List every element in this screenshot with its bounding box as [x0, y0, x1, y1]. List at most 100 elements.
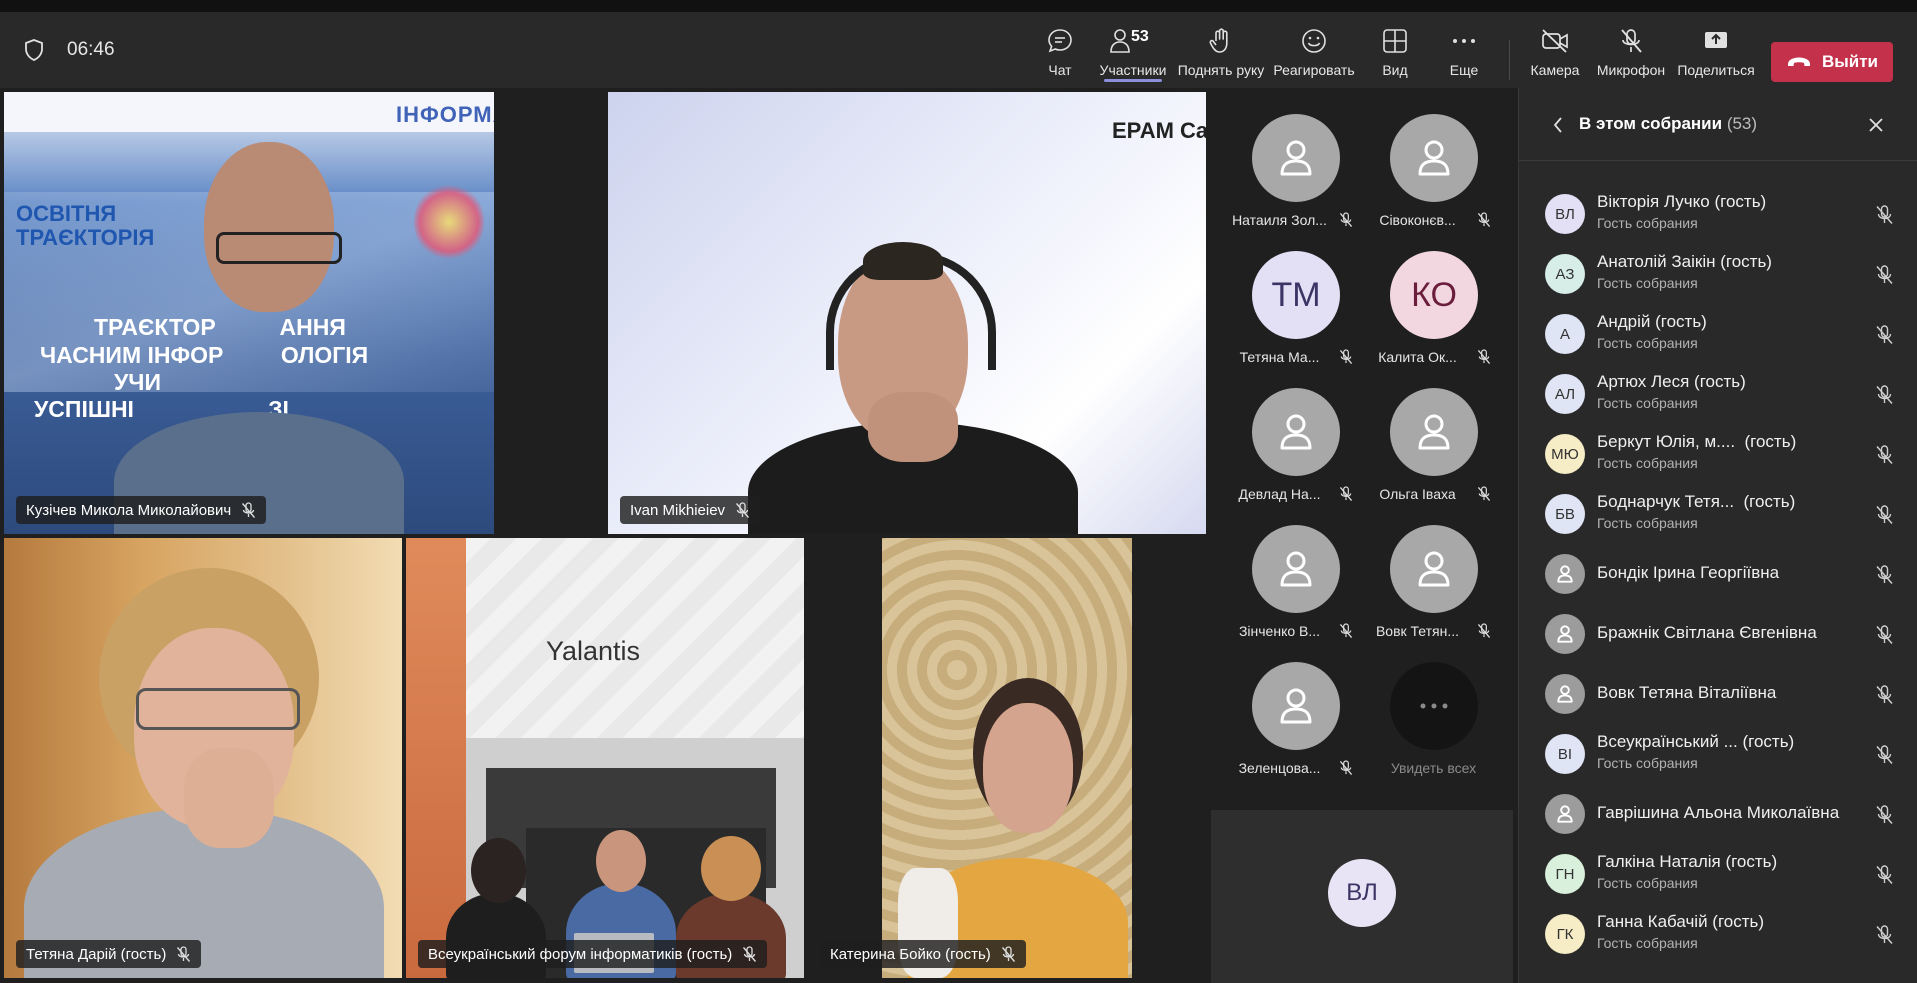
mic-off-icon: [1477, 349, 1491, 364]
avatar: ГК: [1545, 914, 1585, 954]
mic-off-icon: [1876, 205, 1893, 224]
list-item[interactable]: ГН Галкіна Наталія (гость) Гость собрани…: [1519, 844, 1917, 904]
gallery-tile[interactable]: Девлад На...: [1227, 366, 1364, 502]
list-item[interactable]: АЗ Анатолій Заікін (гость) Гость собрани…: [1519, 244, 1917, 304]
video-stage: ІНФОРМАТИ ОСВІТНЯ ТРАЄКТОРІЯ ТРАЄКТОР АН…: [0, 92, 1208, 983]
list-item[interactable]: ГК Ганна Кабачій (гость) Гость собрания: [1519, 904, 1917, 964]
participant-face: [983, 703, 1073, 833]
video-name-tag: Тетяна Дарій (гость): [16, 940, 202, 968]
hand-icon: [1209, 28, 1228, 53]
person-icon: [1280, 140, 1312, 176]
person-icon: [1557, 625, 1573, 643]
camera-button[interactable]: Камера: [1527, 18, 1583, 84]
video-name-tag: Всеукраїнський форум інформатиків (гость…: [418, 940, 768, 968]
avatar: [1390, 388, 1478, 476]
chat-button[interactable]: Чат: [1040, 18, 1080, 84]
glasses: [136, 688, 300, 730]
video-tile[interactable]: Yalantis Всеукраїнський форум інформатик…: [406, 538, 804, 978]
participants-button[interactable]: 53 Участники: [1096, 18, 1170, 84]
mic-off-icon: [1876, 445, 1893, 464]
window-top-strip: [0, 0, 1917, 12]
shield-icon[interactable]: [22, 38, 46, 62]
mic-off-icon: [1876, 865, 1893, 884]
mic-off-icon: [736, 501, 750, 518]
see-all-button[interactable]: Увидеть всех: [1365, 640, 1502, 776]
gallery-tile[interactable]: Зеленцова...: [1227, 640, 1364, 776]
self-view-tile[interactable]: ВЛ: [1211, 810, 1513, 983]
gallery-tile[interactable]: Ольга Іваха: [1365, 366, 1502, 502]
gallery-tile[interactable]: ТМ Тетяна Ма...: [1227, 229, 1364, 365]
list-item[interactable]: БВ Боднарчук Тетя... (гость) Гость собра…: [1519, 484, 1917, 544]
avatar: [1390, 662, 1478, 750]
participants-count: 53: [1131, 28, 1149, 45]
participant-gallery: Натаиля Зол... Сівоконєв... ТМ Тетяна Ма…: [1211, 92, 1513, 983]
ellipsis-icon: [1453, 39, 1475, 43]
list-item[interactable]: Гаврішина Альона Миколаївна: [1519, 784, 1917, 844]
avatar: МЮ: [1545, 434, 1585, 474]
person-icon: [1557, 685, 1573, 703]
mic-off-icon: [1339, 349, 1353, 364]
background-text: Yalantis: [546, 636, 641, 666]
video-name-tag: Кузічев Микола Миколайович: [16, 496, 267, 524]
gallery-tile[interactable]: Зінченко В...: [1227, 503, 1364, 639]
avatar: [1252, 525, 1340, 613]
mic-off-icon: [1621, 29, 1642, 53]
video-tile[interactable]: EPAM Ca Ivan Mikhieiev: [608, 92, 1206, 534]
grid-icon: [1383, 29, 1407, 53]
list-item[interactable]: Бражнік Світлана Євгенівна: [1519, 604, 1917, 664]
close-icon[interactable]: [1868, 117, 1884, 133]
list-item[interactable]: А Андрій (гость) Гость собрания: [1519, 304, 1917, 364]
avatar: [1545, 674, 1585, 714]
raise-hand-button[interactable]: Поднять руку: [1177, 18, 1265, 84]
glasses: [216, 232, 342, 264]
chevron-left-icon[interactable]: [1552, 116, 1564, 134]
view-button[interactable]: Вид: [1375, 18, 1415, 84]
avatar: [1545, 794, 1585, 834]
avatar: [1390, 114, 1478, 202]
gallery-tile[interactable]: Натаиля Зол...: [1227, 92, 1364, 228]
mic-off-icon: [1876, 505, 1893, 524]
participants-panel: В этом собрании (53) ВЛ Вікторія Лучко (…: [1518, 88, 1917, 983]
list-item[interactable]: АЛ Артюх Леся (гость) Гость собрания: [1519, 364, 1917, 424]
participant-head: [701, 836, 761, 901]
microphone-button[interactable]: Микрофон: [1596, 18, 1666, 84]
mic-off-icon: [1001, 945, 1015, 962]
banner-logo-text: ОСВІТНЯ ТРАЄКТОРІЯ: [16, 201, 155, 250]
mic-off-icon: [743, 945, 757, 962]
gallery-tile[interactable]: КО Калита Ок...: [1365, 229, 1502, 365]
mic-off-icon: [1876, 325, 1893, 344]
mic-off-icon: [1477, 623, 1491, 638]
mic-off-icon: [1876, 265, 1893, 284]
gallery-tile[interactable]: Вовк Тетян...: [1365, 503, 1502, 639]
more-button[interactable]: Еще: [1446, 18, 1482, 84]
video-tile[interactable]: ІНФОРМАТИ ОСВІТНЯ ТРАЄКТОРІЯ ТРАЄКТОР АН…: [4, 92, 494, 534]
video-tile[interactable]: Катерина Бойко (гость): [808, 538, 1208, 978]
participant-head: [596, 830, 646, 892]
list-item[interactable]: Вовк Тетяна Віталіївна: [1519, 664, 1917, 724]
leave-button[interactable]: Выйти: [1771, 42, 1893, 82]
mic-off-icon: [1339, 486, 1353, 501]
avatar: КО: [1390, 251, 1478, 339]
gallery-tile[interactable]: Сівоконєв...: [1365, 92, 1502, 228]
list-item[interactable]: ВЛ Вікторія Лучко (гость) Гость собрания: [1519, 184, 1917, 244]
list-item[interactable]: Бондік Ірина Георгіївна: [1519, 544, 1917, 604]
mic-off-icon: [1876, 925, 1893, 944]
person-icon: [1280, 688, 1312, 724]
toolbar-separator: [1509, 40, 1510, 80]
person-icon: [1280, 551, 1312, 587]
mic-off-icon: [1876, 745, 1893, 764]
banner-top-word: ІНФОРМАТИ: [396, 102, 494, 127]
list-item[interactable]: ВІ Всеукраїнський ... (гость) Гость собр…: [1519, 724, 1917, 784]
banner-emblem: [414, 182, 484, 262]
mic-off-icon: [1876, 625, 1893, 644]
avatar: [1252, 388, 1340, 476]
phone-hangup-icon: [1787, 57, 1810, 66]
share-button[interactable]: Поделиться: [1677, 18, 1755, 84]
react-button[interactable]: Реагировать: [1273, 18, 1355, 84]
person-icon: [1557, 805, 1573, 823]
mic-off-icon: [242, 501, 256, 518]
list-item[interactable]: МЮ Беркут Юлія, м.... (гость) Гость собр…: [1519, 424, 1917, 484]
avatar: [1390, 525, 1478, 613]
video-tile[interactable]: Тетяна Дарій (гость): [4, 538, 402, 978]
self-avatar: ВЛ: [1328, 859, 1396, 927]
